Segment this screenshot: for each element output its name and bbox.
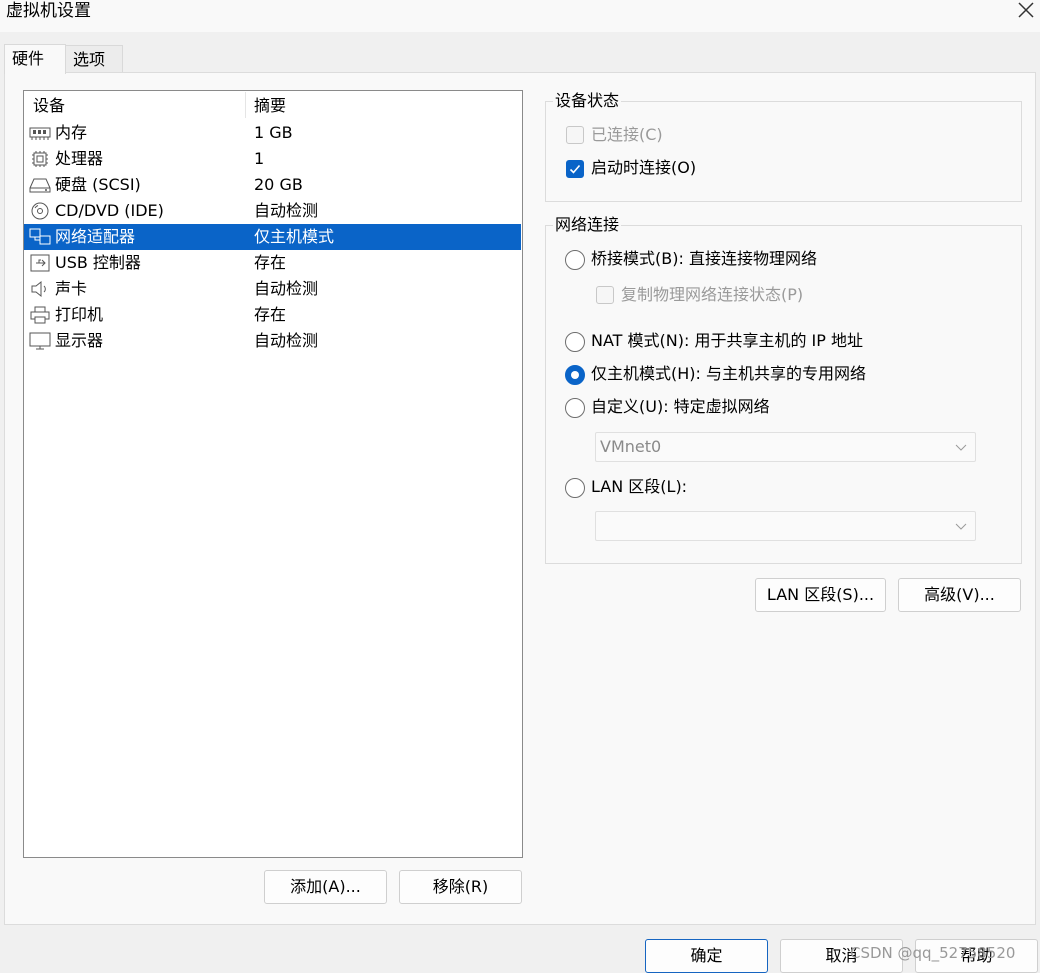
device-row-printer[interactable]: 打印机 存在 xyxy=(24,302,521,328)
device-name: 打印机 xyxy=(55,305,104,324)
advanced-button[interactable]: 高级(V)... xyxy=(898,578,1021,612)
device-name: 处理器 xyxy=(55,149,104,168)
connect-at-power-on-checkbox[interactable] xyxy=(566,160,584,178)
device-name: 声卡 xyxy=(55,279,88,298)
close-icon[interactable] xyxy=(1014,0,1038,22)
device-summary: 仅主机模式 xyxy=(254,227,335,246)
harddisk-icon xyxy=(29,176,51,194)
tab-options[interactable]: 选项 xyxy=(65,45,123,72)
device-row-display[interactable]: 显示器 自动检测 xyxy=(24,328,521,354)
cpu-icon xyxy=(29,150,51,168)
device-summary: 20 GB xyxy=(254,175,303,194)
network-connection-legend: 网络连接 xyxy=(553,215,622,235)
device-summary: 1 xyxy=(254,149,265,168)
column-header-summary[interactable]: 摘要 xyxy=(254,94,286,118)
display-icon xyxy=(29,332,51,350)
bridged-radio[interactable] xyxy=(565,250,585,270)
device-summary: 自动检测 xyxy=(254,279,319,298)
connect-at-power-on-label[interactable]: 启动时连接(O) xyxy=(591,157,696,179)
device-row-network-adapter[interactable]: 网络适配器 仅主机模式 xyxy=(24,224,521,250)
host-only-radio[interactable] xyxy=(565,365,585,385)
device-row-memory[interactable]: 内存 1 GB xyxy=(24,120,521,146)
lan-segment-label[interactable]: LAN 区段(L): xyxy=(591,476,687,498)
cd-dvd-icon xyxy=(29,202,51,220)
custom-radio[interactable] xyxy=(565,398,585,418)
device-name: 网络适配器 xyxy=(55,227,136,246)
device-name: USB 控制器 xyxy=(55,253,141,272)
remove-device-button[interactable]: 移除(R) xyxy=(399,870,522,904)
title-bar xyxy=(0,0,1040,32)
nat-label[interactable]: NAT 模式(N): 用于共享主机的 IP 地址 xyxy=(591,330,863,352)
connected-checkbox[interactable] xyxy=(566,126,584,144)
sound-card-icon xyxy=(29,280,51,298)
device-summary: 自动检测 xyxy=(254,201,319,220)
lan-segments-button[interactable]: LAN 区段(S)... xyxy=(755,578,886,612)
custom-network-select[interactable]: VMnet0 xyxy=(595,432,976,462)
window-title: 虚拟机设置 xyxy=(6,1,91,21)
connected-label[interactable]: 已连接(C) xyxy=(591,124,663,146)
custom-label[interactable]: 自定义(U): 特定虚拟网络 xyxy=(591,396,770,418)
device-row-cd-dvd[interactable]: CD/DVD (IDE) 自动检测 xyxy=(24,198,521,224)
device-name: 内存 xyxy=(55,123,88,142)
host-only-label[interactable]: 仅主机模式(H): 与主机共享的专用网络 xyxy=(591,363,866,385)
memory-icon xyxy=(29,124,51,142)
replicate-state-label[interactable]: 复制物理网络连接状态(P) xyxy=(621,284,803,306)
device-row-harddisk[interactable]: 硬盘 (SCSI) 20 GB xyxy=(24,172,521,198)
device-summary: 存在 xyxy=(254,253,287,272)
device-summary: 1 GB xyxy=(254,123,293,142)
device-summary: 存在 xyxy=(254,305,287,324)
chevron-down-icon xyxy=(955,444,967,451)
checkmark-icon xyxy=(569,164,581,174)
usb-icon xyxy=(29,254,51,272)
device-row-processor[interactable]: 处理器 1 xyxy=(24,146,521,172)
lan-segment-select[interactable] xyxy=(595,511,976,541)
device-status-legend: 设备状态 xyxy=(553,91,622,111)
network-adapter-icon xyxy=(29,228,51,246)
nat-radio[interactable] xyxy=(565,332,585,352)
custom-network-value: VMnet0 xyxy=(600,437,662,456)
lan-segment-radio[interactable] xyxy=(565,478,585,498)
device-status-group xyxy=(545,101,1022,202)
device-summary: 自动检测 xyxy=(254,331,319,350)
device-name: 硬盘 (SCSI) xyxy=(55,175,141,194)
printer-icon xyxy=(29,306,51,324)
tab-hardware[interactable]: 硬件 xyxy=(4,44,66,74)
replicate-state-checkbox[interactable] xyxy=(596,286,614,304)
column-separator[interactable] xyxy=(245,92,246,118)
watermark: CSDN @qq_52758520 xyxy=(850,944,1016,962)
device-row-usb-controller[interactable]: USB 控制器 存在 xyxy=(24,250,521,276)
column-header-device[interactable]: 设备 xyxy=(33,94,65,118)
ok-button[interactable]: 确定 xyxy=(645,939,768,973)
device-name: CD/DVD (IDE) xyxy=(55,201,164,220)
bridged-label[interactable]: 桥接模式(B): 直接连接物理网络 xyxy=(591,248,817,270)
add-device-button[interactable]: 添加(A)... xyxy=(264,870,387,904)
chevron-down-icon xyxy=(955,523,967,530)
device-row-sound-card[interactable]: 声卡 自动检测 xyxy=(24,276,521,302)
device-name: 显示器 xyxy=(55,331,104,350)
